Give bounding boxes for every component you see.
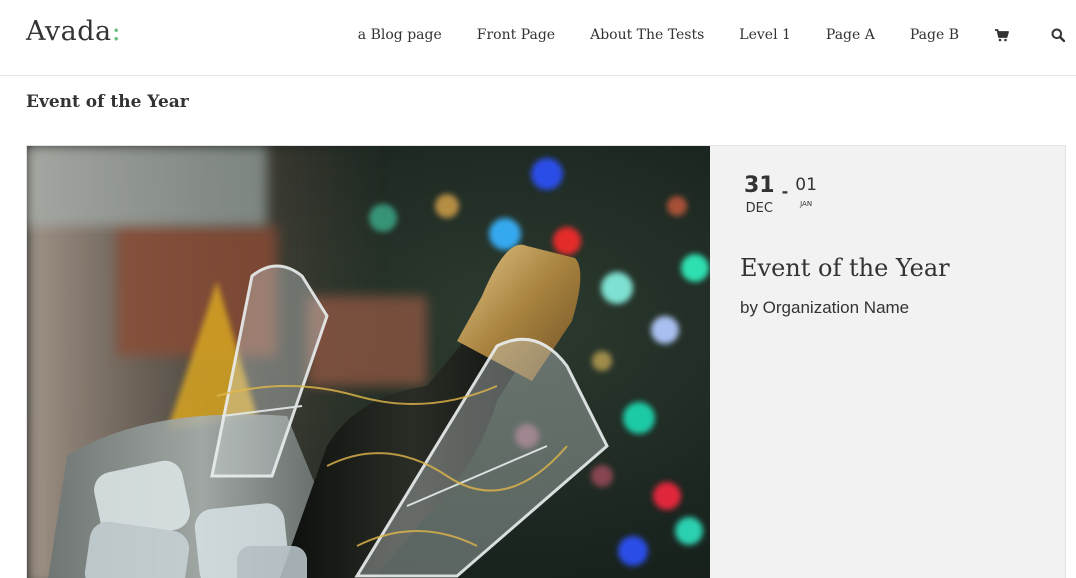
- logo-accent: :: [111, 16, 122, 47]
- event-info: 31 DEC - 01 JAN Event of the Year by Org…: [710, 146, 1065, 578]
- start-day: 31: [744, 173, 775, 198]
- page-title: Event of the Year: [26, 92, 189, 112]
- event-card: 31 DEC - 01 JAN Event of the Year by Org…: [26, 145, 1066, 578]
- nav-item-front-page[interactable]: Front Page: [477, 27, 555, 43]
- event-image[interactable]: [27, 146, 710, 578]
- nav-item-blog-page[interactable]: a Blog page: [358, 27, 442, 43]
- nav-item-page-a[interactable]: Page A: [826, 27, 875, 43]
- end-day: 01: [795, 175, 817, 195]
- start-date: 31 DEC: [744, 174, 775, 217]
- logo-text: Avada: [26, 16, 112, 47]
- cart-icon-glyph: [995, 28, 1009, 41]
- event-date: 31 DEC - 01 JAN: [744, 174, 817, 217]
- nav-item-about-the-tests[interactable]: About The Tests: [590, 27, 704, 43]
- end-date: 01 JAN: [795, 174, 817, 209]
- search-icon-glyph: [1051, 28, 1065, 42]
- end-month: JAN: [800, 200, 813, 208]
- start-month: DEC: [745, 201, 773, 216]
- cart-icon[interactable]: [994, 27, 1010, 43]
- search-icon[interactable]: [1050, 27, 1066, 43]
- date-separator: -: [781, 182, 789, 201]
- site-logo[interactable]: Avada:: [26, 16, 121, 47]
- site-header: Avada: a Blog page Front Page About The …: [0, 0, 1076, 76]
- event-title[interactable]: Event of the Year: [740, 254, 950, 282]
- nav-item-level-1[interactable]: Level 1: [739, 27, 791, 43]
- main-nav: a Blog page Front Page About The Tests L…: [358, 0, 1076, 70]
- champagne-photo: [27, 146, 710, 578]
- nav-item-page-b[interactable]: Page B: [910, 27, 959, 43]
- event-organizer: by Organization Name: [740, 298, 910, 317]
